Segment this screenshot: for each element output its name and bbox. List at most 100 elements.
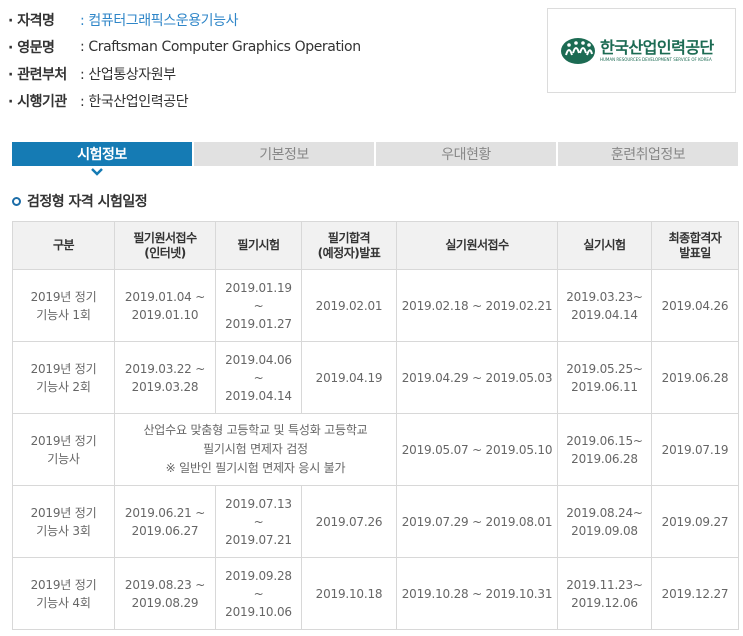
tab-preference[interactable]: 우대현황	[376, 142, 556, 166]
practical-exam-cell-text: 2019.09.08	[571, 523, 638, 538]
section-title-text: 검정형 자격 시험일정	[27, 194, 148, 210]
practical-exam-cell: 2019.08.24~ 2019.09.08	[557, 485, 652, 558]
practical-apply-cell: 2019.07.29 ~ 2019.08.01	[396, 485, 558, 558]
exam-type-cell-text: 기능사 2회	[36, 379, 91, 394]
written-exam-cell-text: 2019.09.28	[225, 568, 292, 583]
practical-apply-cell-text: 2019.02.18 ~ 2019.02.21	[401, 298, 553, 313]
column-header: 실기원서접수	[396, 221, 558, 270]
info-value: : 산업통상자원부	[80, 66, 176, 83]
practical-apply-cell-text: 2019.05.07 ~ 2019.05.10	[401, 442, 553, 457]
practical-exam-cell: 2019.06.15~ 2019.06.28	[557, 413, 652, 486]
practical-exam-cell-text: 2019.11.23~	[566, 577, 643, 592]
exam-type-cell: 2019년 정기기능사 1회	[12, 269, 115, 342]
info-label: · 관련부처	[8, 66, 67, 83]
written-result-cell: 2019.07.26	[301, 485, 397, 558]
column-header: 실기시험	[557, 221, 652, 270]
exam-type-cell: 2019년 정기기능사 2회	[12, 341, 115, 414]
table-row: 2019년 정기 기능사 4회 2019.08.23 ~2019.08.29 2019…	[12, 557, 739, 630]
table-row: 2019년 정기 기능사 1회 2019.01.04 ~2019.01.10 2019…	[12, 269, 739, 342]
exam-type-cell: 2019년 정기기능사 4회	[12, 557, 115, 630]
hrdk-logo: 한국산업인력공단 HUMAN RESOURCES DEVELOPMENT SER…	[547, 8, 736, 93]
info-label: · 시행기관	[8, 93, 67, 110]
practical-exam-cell-text: 2019.05.25~	[566, 361, 643, 376]
exam-schedule-table: 구분 필기원서접수 (인터넷) 필기시험 필기합격 (예정자)발표 실기원서접수 실기시험 최종…	[12, 221, 739, 630]
practical-apply-cell: 2019.05.07 ~ 2019.05.10	[396, 413, 558, 486]
written-apply-cell: 2019.01.04 ~ 2019.01.10	[114, 269, 216, 342]
exam-type-cell-text: 기능사 3회	[36, 523, 91, 538]
exam-type-cell-text: 기능사	[47, 451, 80, 466]
final-result-cell-text: 2019.09.27	[661, 514, 729, 529]
qualification-info: · 자격명: 컴퓨터그래픽스운용기능사 · 영문명: Craftsman Comp…	[8, 6, 361, 114]
practical-apply-cell: 2019.10.28 ~ 2019.10.31	[396, 557, 558, 630]
final-result-cell-text: 2019.07.19	[661, 442, 729, 457]
bullet-circle-icon	[12, 196, 21, 206]
written-exam-cell-text: 2019.04.14	[225, 388, 292, 403]
exam-type-cell-text: 기능사 4회	[36, 595, 91, 610]
column-header-text: 필기합격	[327, 230, 371, 245]
exam-type-cell-text: 기능사 1회	[36, 307, 91, 322]
written-apply-cell-text: 2019.01.04 ~	[124, 289, 206, 304]
written-apply-cell: 2019.08.23 ~ 2019.08.29	[114, 557, 216, 630]
column-header: 최종합격자 발표일	[651, 221, 739, 270]
written-exempt-note-cell: 산업수요 맞춤형 고등학교 및 특성화 고등학교 필기시험 면제자 검정 ※ 일반인…	[114, 413, 397, 486]
exam-type-cell-text: 2019년 정기	[30, 433, 97, 448]
practical-exam-cell-text: 2019.06.11	[571, 379, 638, 394]
practical-apply-cell-text: 2019.07.29 ~ 2019.08.01	[401, 514, 553, 529]
column-header: 구분	[12, 221, 115, 270]
info-value: : 한국산업인력공단	[80, 93, 189, 110]
final-result-cell: 2019.04.26	[651, 269, 739, 342]
written-exempt-note-cell-text: 산업수요 맞춤형 고등학교 및 특성화 고등학교	[143, 423, 368, 437]
written-result-cell-text: 2019.07.26	[315, 514, 383, 529]
table-row: 2019년 정기 기능사 3회 2019.06.21 ~2019.06.27 2019…	[12, 485, 739, 558]
practical-exam-cell-text: 2019.03.23~	[566, 289, 643, 304]
tab-training-employment[interactable]: 훈련취업정보	[558, 142, 738, 166]
info-row: · 자격명: 컴퓨터그래픽스운용기능사	[8, 6, 361, 33]
practical-apply-cell-text: 2019.04.29 ~ 2019.05.03	[401, 370, 553, 385]
info-row: · 관련부처 : 산업통상자원부	[8, 60, 361, 87]
practical-exam-cell-text: 2019.06.15~	[566, 433, 643, 448]
column-header: 필기합격 (예정자)발표	[301, 221, 397, 270]
column-header-text: 실기원서접수	[445, 238, 509, 252]
practical-exam-cell-text: 2019.08.24~	[566, 505, 643, 520]
final-result-cell-text: 2019.06.28	[661, 370, 729, 385]
final-result-cell: 2019.07.19	[651, 413, 739, 486]
written-result-cell-text: 2019.02.01	[315, 298, 383, 313]
column-header-text: 필기원서접수	[133, 230, 197, 245]
written-apply-cell: 2019.06.21 ~ 2019.06.27	[114, 485, 216, 558]
written-exam-cell-text: 2019.07.13	[225, 496, 292, 511]
practical-apply-cell: 2019.04.29 ~ 2019.05.03	[396, 341, 558, 414]
practical-exam-cell-text: 2019.06.28	[571, 451, 638, 466]
exam-type-cell-text: 2019년 정기	[30, 577, 97, 592]
practical-exam-cell-text: 2019.04.14	[571, 307, 638, 322]
practical-exam-cell: 2019.05.25~ 2019.06.11	[557, 341, 652, 414]
info-row: · 시행기관 : 한국산업인력공단	[8, 87, 361, 114]
written-apply-cell-text: 2019.08.23 ~	[124, 577, 206, 592]
practical-apply-cell-text: 2019.10.28 ~ 2019.10.31	[401, 586, 553, 601]
info-label: · 영문명	[8, 39, 55, 56]
written-exam-cell-text: 2019.10.06	[225, 604, 292, 619]
written-result-cell: 2019.02.01	[301, 269, 397, 342]
column-header-text: 필기시험	[237, 238, 280, 252]
column-header: 필기원서접수 (인터넷)	[114, 221, 216, 270]
tab-bar: 시험정보 기본정보 우대현황 훈련취업정보	[12, 142, 738, 166]
exam-type-cell: 2019년 정기기능사	[12, 413, 115, 486]
tab-basic-info[interactable]: 기본정보	[194, 142, 374, 166]
written-exam-cell: 2019.09.28 ~2019.10.06	[215, 557, 302, 630]
written-exam-cell-text: 2019.01.19	[225, 280, 292, 295]
exam-type-cell: 2019년 정기 기능사 3회	[12, 485, 115, 558]
written-exam-cell-text: 2019.01.27	[225, 316, 292, 331]
written-apply-cell-text: 2019.03.22 ~	[124, 361, 206, 376]
table-row: 2019년 정기 기능사 2회 2019.03.22 ~2019.03.28 2019…	[12, 341, 739, 414]
info-label: · 자격명	[8, 12, 55, 29]
table-header-row: 구분 필기원서접수 (인터넷) 필기시험 필기합격 (예정자)발표 실기원서접수 실기시험 최종…	[12, 221, 739, 270]
written-apply-cell-text: 2019.01.10	[131, 307, 199, 322]
tab-exam-info[interactable]: 시험정보	[12, 142, 192, 166]
chevron-down-icon	[91, 168, 103, 176]
written-apply-cell-text: 2019.06.21 ~	[124, 505, 206, 520]
written-result-cell-text: 2019.10.18	[315, 586, 383, 601]
column-header-text: (인터넷)	[144, 245, 186, 260]
column-header-text: 발표일	[679, 245, 711, 260]
exam-type-cell-text: 2019년 정기	[30, 361, 97, 376]
exam-type-cell-text: 2019년 정기	[30, 289, 97, 304]
practical-exam-cell: 2019.11.23~ 2019.12.06	[557, 557, 652, 630]
